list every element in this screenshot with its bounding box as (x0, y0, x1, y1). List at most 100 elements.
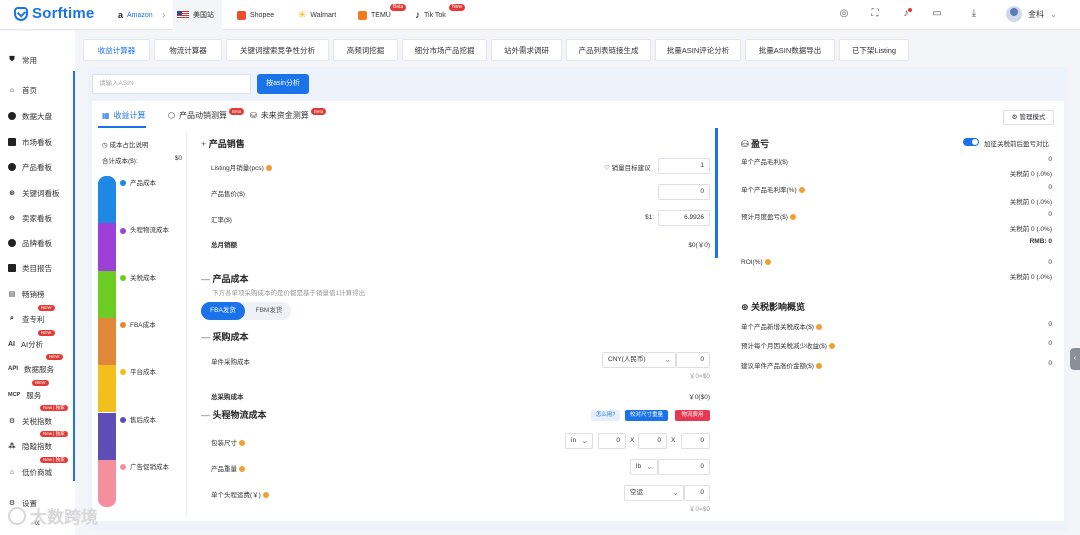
info-icon[interactable] (798, 187, 805, 194)
logo[interactable]: Sorftime (14, 5, 94, 22)
sidebar-item-common[interactable]: ⛊ 常用 (8, 54, 37, 66)
sidebar-item-hidden[interactable]: ⁂ 隐蹤指数 (8, 440, 52, 452)
width-input[interactable]: 0 (638, 433, 667, 449)
unit-purchase-label: 单件采购成本 (211, 359, 250, 366)
profit-icon: ⛁ (741, 139, 752, 149)
package-size-label-text: 包装尺寸 (211, 440, 237, 447)
manage-mode-button[interactable]: ⚙ 管理模式 (1003, 110, 1054, 125)
fbm-ship-tab[interactable]: FBM发货 (247, 302, 291, 320)
sidebar-item-market[interactable]: 市场看板 (8, 136, 52, 148)
monthly-revenue-loss-label: 预计每个月因关税减少收益($) (741, 340, 835, 350)
info-icon[interactable] (262, 492, 269, 499)
section-scrollbar[interactable] (715, 128, 718, 258)
logistics-cost-title: — 头程物流成本 (201, 408, 267, 421)
tab-niche-mining[interactable]: 细分市场产品挖掘 (402, 39, 487, 61)
tab-high-freq-words[interactable]: 高频词挖掘 (333, 39, 398, 61)
tab-offsite-demand[interactable]: 站外需求调研 (491, 39, 562, 61)
sidebar-item-keyword[interactable]: ⊛ 关键词看板 (8, 187, 59, 199)
minus-icon: — (201, 274, 213, 284)
hidden-icon: ⁂ (8, 443, 16, 450)
fullscreen-icon[interactable]: ⛶ (869, 8, 881, 20)
tab-keyword-competition[interactable]: 关键词搜索竞争性分析 (226, 39, 329, 61)
platform-shopee[interactable]: Shopee (237, 0, 274, 30)
info-icon[interactable] (239, 466, 245, 473)
tab-batch-reviews[interactable]: 批量ASIN评论分析 (655, 39, 741, 61)
asin-input[interactable]: 请输入ASIN (92, 74, 251, 94)
monthly-sales-label-text: Listing月销量(pcs) (211, 165, 264, 172)
freight-mode-select[interactable]: 空运 ⌄ (624, 485, 684, 501)
info-icon[interactable] (239, 440, 245, 447)
price-input[interactable]: 0 (658, 184, 710, 200)
report-icon (8, 264, 16, 272)
analyze-asin-button[interactable]: 按asin分析 (257, 74, 309, 94)
length-input[interactable]: 0 (598, 433, 626, 449)
sidebar-item-dashboard[interactable]: 数据大盘 (8, 110, 52, 122)
verify-size-weight-button[interactable]: 校对尺寸重量 (625, 410, 668, 421)
sidebar-item-shop[interactable]: ⌂ 低价商城 (8, 466, 52, 478)
bell-icon[interactable]: ♪ (900, 8, 912, 20)
info-icon[interactable] (828, 343, 835, 350)
gross-margin-label: 单个产品毛利率(%) (741, 184, 805, 194)
sidebar-item-patent[interactable]: ⌕ 查专利 (8, 313, 44, 325)
unit-purchase-input[interactable]: 0 (676, 352, 710, 368)
download-icon[interactable]: ⤓ (968, 8, 980, 20)
info-icon[interactable] (815, 363, 822, 370)
sidebar-scrollbar[interactable] (73, 71, 75, 481)
sidebar-item-rank[interactable]: ▤ 畅销榜 (8, 288, 45, 300)
cost-legend-item: 售后成本 (120, 414, 156, 424)
logistics-fee-button[interactable]: 物流费用 (675, 410, 710, 421)
sidebar-item-home[interactable]: ⌂ 首页 (8, 84, 37, 96)
sidebar-item-seller[interactable]: ⊖ 卖家看板 (8, 212, 52, 224)
sidebar-item-mcp[interactable]: MCP 服务 (8, 389, 41, 401)
size-unit-select[interactable]: in ⌄ (565, 433, 593, 449)
sidebar-item-label: 常用 (22, 55, 37, 65)
new-tariff-cost-label-text: 单个产品新增关税成本($) (741, 324, 814, 331)
sidebar-item-api[interactable]: API 数据服务 (8, 363, 54, 375)
monthly-sales-label: Listing月销量(pcs) (211, 162, 272, 172)
platform-amazon[interactable]: a Amazon (118, 0, 153, 30)
cost-bar-segment (98, 223, 116, 271)
top-bar: Sorftime a Amazon › 美国站 Shopee ✳ Walmart… (0, 0, 1080, 30)
weight-input[interactable]: 0 (658, 459, 710, 475)
sales-target-hint[interactable]: ♡ 销量目标建议 (604, 162, 651, 172)
fba-ship-tab[interactable]: FBA发货 (201, 302, 245, 320)
height-input[interactable]: 0 (681, 433, 710, 449)
freight-input[interactable]: 0 (684, 485, 710, 501)
sidebar-item-report[interactable]: 类目报告 (8, 262, 52, 274)
tab-batch-export[interactable]: 批量ASIN数据导出 (745, 39, 835, 61)
tab-listing-link[interactable]: 产品列表链接生成 (566, 39, 651, 61)
platform-tiktok[interactable]: ♪ Tik Tok New (415, 0, 466, 30)
tab-delisted[interactable]: 已下架Listing (839, 39, 909, 61)
info-icon[interactable] (789, 214, 796, 221)
monthly-revenue-value: $0(￥0) (688, 242, 710, 249)
sidebar-item-ai[interactable]: AI AI分析 (8, 338, 43, 350)
tab-logistics-calculator[interactable]: 物流计算器 (154, 39, 222, 61)
info-icon[interactable] (815, 324, 822, 331)
platform-temu[interactable]: TEMU Beta (358, 0, 407, 30)
monthly-sales-input[interactable]: 1 (658, 158, 710, 174)
subtab-future-funds[interactable]: ⛁ 未来资金测算 (250, 110, 309, 121)
sidebar-item-brand[interactable]: 品牌看板 (8, 237, 52, 249)
platform-walmart[interactable]: ✳ Walmart (298, 0, 336, 30)
info-icon[interactable] (265, 165, 272, 172)
target-icon[interactable]: ◎ (838, 8, 850, 20)
profit-title-text: 盈亏 (751, 139, 770, 149)
side-panel-handle[interactable]: ‹ (1070, 348, 1080, 370)
platform-us-site[interactable]: 美国站 (173, 0, 222, 30)
tab-profit-calculator[interactable]: 收益计算器 (83, 39, 150, 61)
weight-unit-select[interactable]: lb ⌄ (630, 459, 658, 475)
exclusive-badge: New | 独家 (40, 457, 68, 463)
info-icon[interactable] (764, 259, 771, 266)
user-menu[interactable]: 金科 ⌄ (1006, 6, 1057, 22)
currency-select[interactable]: CNY(人民币) ⌄ (602, 352, 676, 368)
subtab-profit[interactable]: ▦ 收益计算 (102, 110, 146, 121)
folder-icon[interactable]: ▭ (931, 8, 943, 20)
how-to-use-button[interactable]: 怎么用? (591, 410, 620, 421)
exchange-rate-input[interactable]: 6.9926 (658, 210, 710, 226)
tariff-compare-toggle[interactable] (963, 138, 979, 146)
subtab-sales-velocity[interactable]: ⬡ 产品动销测算 (168, 110, 227, 121)
cost-legend-label: 产品成本 (130, 180, 156, 187)
avatar (1006, 6, 1022, 22)
sidebar-item-tariff[interactable]: ⚙ 关税指数 (8, 415, 52, 427)
sidebar-item-product[interactable]: 产品看板 (8, 161, 52, 173)
